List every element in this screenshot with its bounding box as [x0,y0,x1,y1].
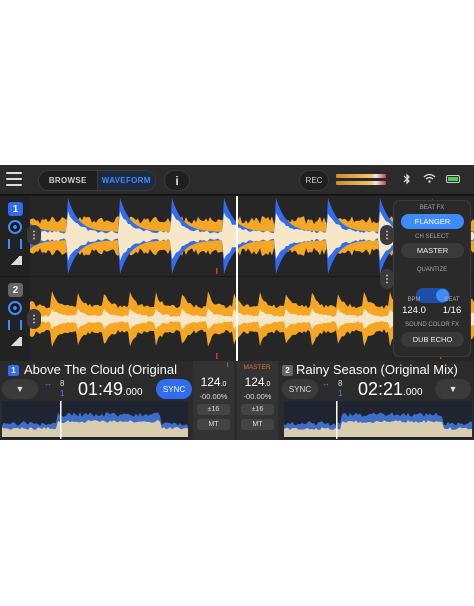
deck1-sync-button[interactable]: SYNC [156,379,192,399]
deck2-loop-sub: 1 [338,389,343,398]
tab-waveform[interactable]: WAVEFORM [96,171,155,190]
deck2-loop-size: 8 [338,379,343,388]
deck1-more-button[interactable]: ⋮ [27,225,41,245]
rec-button[interactable]: REC [299,170,329,191]
deck2-mt-button[interactable]: MT [241,419,274,430]
deck1-number[interactable]: 1 [8,202,23,216]
vinyl-icon[interactable] [8,301,22,315]
ramp-icon[interactable] [8,256,22,265]
bluetooth-icon [403,173,411,188]
deck1-loop-size: 8 [60,379,65,388]
deck2-range-button[interactable]: ±16 [241,404,274,415]
deck1-mt-button[interactable]: MT [197,419,230,430]
tab-browse[interactable]: BROWSE [39,171,97,190]
loop-icon[interactable]: ↔ [322,379,330,388]
ch-select-label: CH SELECT [415,234,449,240]
deck2-more-button[interactable]: ⋮ [27,309,41,329]
dj-app: BROWSE WAVEFORM i REC 1 2 ⋮ ⋮ ⋮ ⋮ BEAT F… [0,165,474,440]
beat-marker [216,268,218,274]
view-tabs: BROWSE WAVEFORM [38,170,156,191]
deck2-overview-waveform[interactable] [284,401,472,439]
beat-fx-panel: BEAT FX FLANGER CH SELECT MASTER QUANTIZ… [393,200,471,357]
beat-fx-label: BEAT FX [419,205,445,211]
deck1-time: 01:49.000 [78,379,143,399]
overview-playhead [60,401,62,439]
wifi-icon [423,173,436,186]
deck1-menu-button[interactable]: ▼ [2,379,38,399]
playhead [236,196,238,361]
loop-icon[interactable]: ↔ [44,379,52,388]
level-meter [336,174,386,186]
deck2-bpm: 124.0 [244,375,271,389]
master-label[interactable]: MASTER [239,364,275,371]
deck1-range-button[interactable]: ±16 [197,404,230,415]
ch-select-button[interactable]: MASTER [401,243,464,258]
deck1-loop-sub: 1 [60,389,65,398]
deck1-strip: 1 [0,196,30,276]
deck2-tempo-panel: 124.0 -00.00% ±16 MT [237,361,278,440]
overview-playhead [336,401,338,439]
deck-info-bar: 1 Above The Cloud (Original ▼ ↔ 8 1 01:4… [0,361,474,440]
sound-color-fx-button[interactable]: DUB ECHO [401,332,464,347]
deck1-badge: 1 [8,365,19,376]
deck2-sync-button[interactable]: SYNC [282,379,318,399]
fx-more-button[interactable]: ⋮ [380,225,394,245]
deck2-title[interactable]: Rainy Season (Original Mix) [296,362,472,377]
deck1-title[interactable]: Above The Cloud (Original [24,362,210,377]
deck1-overview-graphic [2,401,188,439]
quantize-label: QUANTIZE [416,267,448,273]
ramp-icon[interactable] [8,337,22,346]
deck1-pitch: -00.00% [199,392,228,401]
menu-icon[interactable] [6,172,22,186]
deck1-tempo-panel: 124.0 -00.00% ±16 MT I [193,361,234,440]
deck2-number[interactable]: 2 [8,283,23,297]
deck2-overview-graphic [284,401,472,439]
fx-more-button-2[interactable]: ⋮ [380,269,394,289]
beat-marker [216,353,218,359]
top-bar: BROWSE WAVEFORM i REC [0,165,474,195]
zoom-icon[interactable] [8,239,22,249]
bpm-value[interactable]: 124.0 [394,305,434,316]
beat-value[interactable]: 1/16 [432,305,472,316]
deck2-pitch: -00.00% [243,392,272,401]
deck2-strip: 2 [0,277,30,361]
deck2-time: 02:21.000 [358,379,423,399]
beat-label: BEAT [444,297,460,303]
bpm-label: BPM [407,297,421,303]
deck2-menu-button[interactable]: ▼ [435,379,471,399]
deck2-badge: 2 [282,365,293,376]
sound-color-fx-label: SOUND COLOR FX [404,322,459,328]
deck1-bpm: 124.0 [200,375,227,389]
deck1-overview-waveform[interactable] [2,401,188,439]
vinyl-icon[interactable] [8,220,22,234]
info-button[interactable]: i [164,170,190,191]
zoom-icon[interactable] [8,320,22,330]
beat-fx-button[interactable]: FLANGER [401,214,464,229]
battery-icon [446,175,460,183]
deck1-master-mark: I [227,363,229,369]
